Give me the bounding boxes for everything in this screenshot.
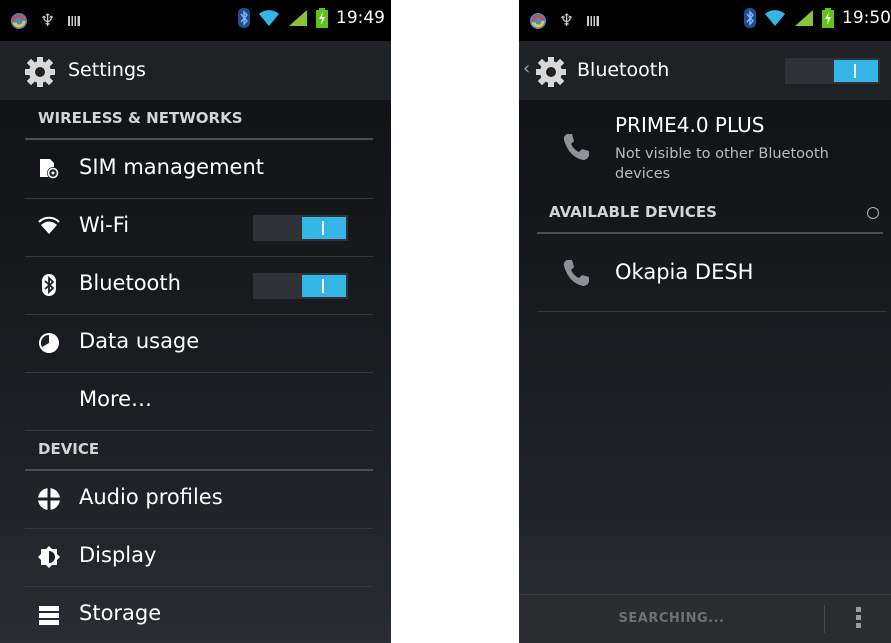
bluetooth-status-icon xyxy=(744,8,756,28)
clock: 19:50 xyxy=(842,8,891,28)
overflow-menu-icon[interactable] xyxy=(856,607,862,631)
signal-icon xyxy=(289,10,307,26)
notification-icon xyxy=(587,16,600,26)
section-header-available-devices: AVAILABLE DEVICES xyxy=(537,194,883,234)
settings-screen: ♆ 19:49 Settings WIRELESS & NETWORKS SIM… xyxy=(0,0,391,643)
storage-icon xyxy=(39,606,59,625)
bottom-action-bar: SEARCHING... xyxy=(519,594,891,643)
sync-icon xyxy=(530,13,546,29)
sidebar-item-storage[interactable]: Storage xyxy=(25,586,373,643)
searching-button[interactable]: SEARCHING... xyxy=(519,611,824,626)
display-icon xyxy=(38,546,60,568)
sidebar-item-bluetooth[interactable]: Bluetooth xyxy=(25,256,373,315)
action-bar: Settings xyxy=(0,41,391,100)
device-name: Okapia DESH xyxy=(615,260,754,284)
status-bar: ♆ 19:49 xyxy=(0,0,391,41)
notification-icon xyxy=(68,16,81,26)
sidebar-item-display[interactable]: Display xyxy=(25,528,373,587)
list-item-device[interactable]: Okapia DESH xyxy=(537,236,887,312)
phone-icon xyxy=(563,260,589,286)
section-header-device: DEVICE xyxy=(25,431,373,471)
wifi-icon xyxy=(38,216,60,234)
wifi-status-icon xyxy=(765,10,785,26)
signal-icon xyxy=(795,10,813,26)
page-title: Bluetooth xyxy=(577,59,670,81)
divider xyxy=(824,605,825,633)
bluetooth-master-toggle[interactable] xyxy=(785,58,880,84)
item-label: Storage xyxy=(79,601,162,625)
section-header-wireless: WIRELESS & NETWORKS xyxy=(25,100,373,140)
usb-icon: ♆ xyxy=(559,11,575,31)
item-label: More… xyxy=(79,387,153,411)
back-chevron-icon[interactable]: ‹ xyxy=(523,58,530,79)
phone-icon xyxy=(563,134,589,160)
sidebar-item-more[interactable]: More… xyxy=(25,372,373,431)
settings-gear-icon[interactable] xyxy=(24,56,56,88)
sidebar-item-wifi[interactable]: Wi-Fi xyxy=(25,198,373,257)
audio-profiles-icon xyxy=(38,488,60,510)
device-name: PRIME4.0 PLUS xyxy=(615,113,765,137)
settings-gear-icon[interactable] xyxy=(535,56,567,88)
scanning-indicator-icon xyxy=(867,207,879,219)
item-label: Data usage xyxy=(79,329,200,353)
sync-icon xyxy=(11,13,27,29)
page-title: Settings xyxy=(68,59,146,81)
item-label: SIM management xyxy=(79,155,264,179)
bluetooth-icon xyxy=(42,274,56,296)
bluetooth-status-icon xyxy=(238,8,250,28)
this-device-item[interactable]: PRIME4.0 PLUS Not visible to other Bluet… xyxy=(537,100,877,196)
sidebar-item-sim-management[interactable]: SIM management xyxy=(25,140,373,199)
sidebar-item-audio-profiles[interactable]: Audio profiles xyxy=(25,470,373,529)
bluetooth-toggle[interactable] xyxy=(253,273,348,299)
usb-icon: ♆ xyxy=(40,11,56,31)
item-label: Display xyxy=(79,543,157,567)
sim-card-icon xyxy=(40,159,59,179)
data-usage-icon xyxy=(39,333,59,353)
item-label: Wi-Fi xyxy=(79,213,130,237)
device-visibility-status: Not visible to other Bluetooth devices xyxy=(615,146,829,182)
clock: 19:49 xyxy=(336,8,385,28)
action-bar: ‹ Bluetooth xyxy=(519,41,891,100)
bluetooth-screen: ♆ 19:50 ‹ Bluetooth PRIME4.0 PLUS Not vi… xyxy=(519,0,891,643)
sidebar-item-data-usage[interactable]: Data usage xyxy=(25,314,373,373)
item-label: Bluetooth xyxy=(79,271,181,295)
wifi-status-icon xyxy=(259,10,279,26)
item-label: Audio profiles xyxy=(79,485,223,509)
battery-icon xyxy=(822,8,834,28)
battery-icon xyxy=(316,8,328,28)
status-bar: ♆ 19:50 xyxy=(519,0,891,41)
wifi-toggle[interactable] xyxy=(253,215,348,241)
